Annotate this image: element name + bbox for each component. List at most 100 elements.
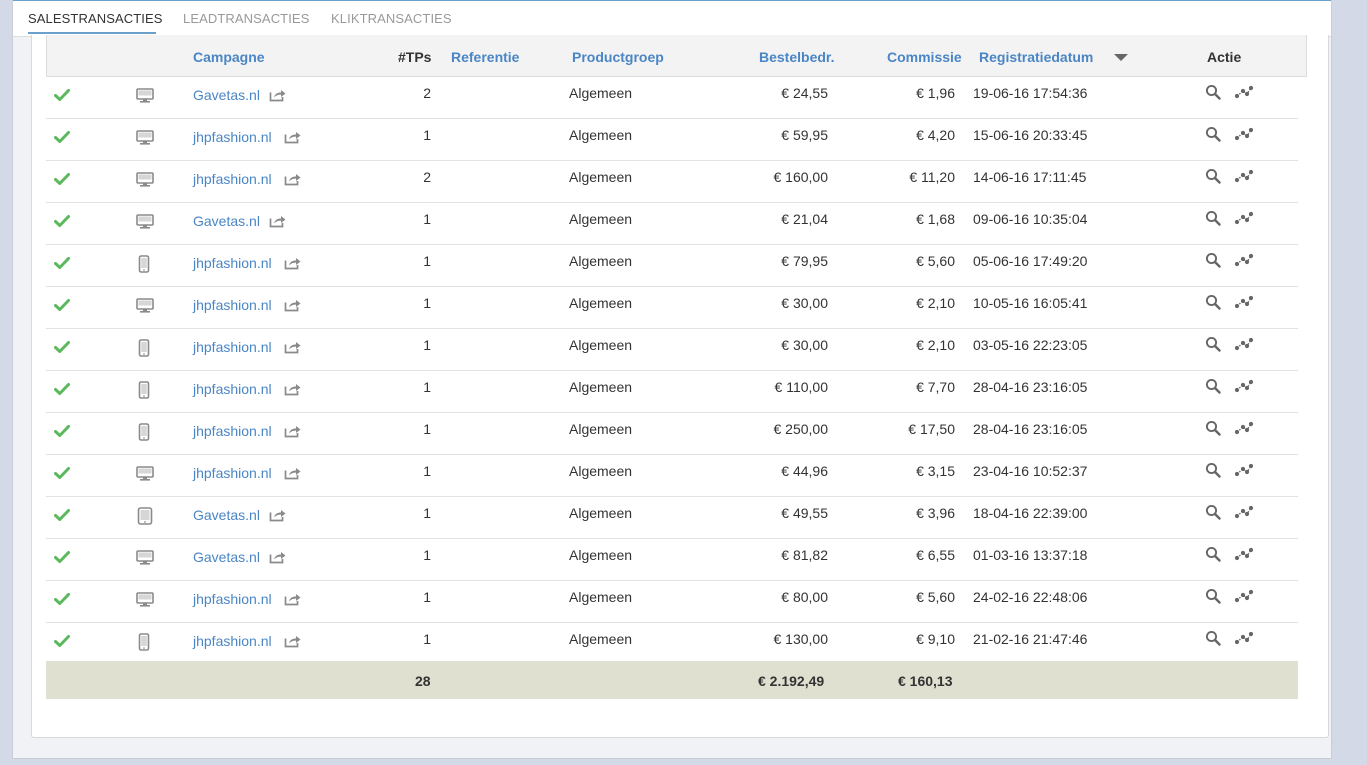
cell-tps: 1 — [423, 421, 431, 437]
external-link-icon[interactable] — [284, 634, 302, 648]
column-header-campagne[interactable]: Campagne — [193, 49, 265, 65]
campaign-link[interactable]: Gavetas.nl — [193, 549, 260, 565]
cell-tps: 1 — [423, 463, 431, 479]
external-link-icon[interactable] — [284, 172, 302, 186]
column-header-productgroep[interactable]: Productgroep — [572, 49, 664, 65]
campaign-link[interactable]: Gavetas.nl — [193, 507, 260, 523]
campaign-link[interactable]: jhpfashion.nl — [193, 381, 272, 397]
external-link-icon[interactable] — [284, 424, 302, 438]
external-link-icon[interactable] — [284, 298, 302, 312]
search-icon[interactable] — [1205, 168, 1221, 184]
external-link-icon[interactable] — [284, 382, 302, 396]
search-icon[interactable] — [1205, 462, 1221, 478]
tab-kliktransacties[interactable]: KLIKTRANSACTIES — [331, 11, 452, 26]
cell-tps: 1 — [423, 379, 431, 395]
campaign-link[interactable]: jhpfashion.nl — [193, 339, 272, 355]
column-header-bestelbedr[interactable]: Bestelbedr. — [759, 49, 834, 65]
tab-salestransacties[interactable]: SALESTRANSACTIES — [28, 11, 163, 26]
campaign-link[interactable]: jhpfashion.nl — [193, 255, 272, 271]
campaign-link[interactable]: jhpfashion.nl — [193, 171, 272, 187]
share-nodes-icon[interactable] — [1234, 84, 1254, 100]
cell-productgroep: Algemeen — [569, 379, 633, 395]
campaign-link[interactable]: jhpfashion.nl — [193, 423, 272, 439]
search-icon[interactable] — [1205, 252, 1221, 268]
cell-productgroep: Algemeen — [569, 295, 633, 311]
share-nodes-icon[interactable] — [1234, 546, 1254, 562]
search-icon[interactable] — [1205, 630, 1221, 646]
share-nodes-icon[interactable] — [1234, 126, 1254, 142]
campaign-link[interactable]: Gavetas.nl — [193, 87, 260, 103]
share-nodes-icon[interactable] — [1234, 294, 1254, 310]
search-icon[interactable] — [1205, 378, 1221, 394]
mobile-icon — [138, 381, 150, 404]
cell-commissie: € 1,96 — [916, 85, 955, 101]
table-row: jhpfashion.nl 1 Algemeen € 44,96 € 3,15 23-04… — [46, 455, 1298, 497]
share-nodes-icon[interactable] — [1234, 336, 1254, 352]
sort-desc-icon[interactable] — [1114, 54, 1128, 61]
campaign-link[interactable]: jhpfashion.nl — [193, 129, 272, 145]
cell-bestelbedr: € 30,00 — [781, 337, 828, 353]
mobile-icon — [138, 423, 150, 446]
campaign-link[interactable]: jhpfashion.nl — [193, 633, 272, 649]
search-icon[interactable] — [1205, 504, 1221, 520]
transactions-panel: Campagne #TPs Referentie Productgroep Be… — [31, 35, 1329, 738]
search-icon[interactable] — [1205, 546, 1221, 562]
total-commissie: € 160,13 — [898, 673, 953, 689]
cell-registratiedatum: 03-05-16 22:23:05 — [973, 337, 1088, 353]
column-header-registratiedatum[interactable]: Registratiedatum — [979, 49, 1093, 65]
cell-registratiedatum: 14-06-16 17:11:45 — [973, 169, 1087, 185]
external-link-icon[interactable] — [284, 130, 302, 144]
check-icon — [54, 130, 70, 144]
table-row: Gavetas.nl 1 Algemeen € 21,04 € 1,68 09-06-16… — [46, 203, 1298, 245]
cell-productgroep: Algemeen — [569, 253, 633, 269]
campaign-link[interactable]: Gavetas.nl — [193, 213, 260, 229]
cell-registratiedatum: 05-06-16 17:49:20 — [973, 253, 1088, 269]
external-link-icon[interactable] — [284, 466, 302, 480]
cell-tps: 1 — [423, 211, 431, 227]
external-link-icon[interactable] — [284, 340, 302, 354]
campaign-link[interactable]: jhpfashion.nl — [193, 591, 272, 607]
external-link-icon[interactable] — [284, 256, 302, 270]
cell-commissie: € 2,10 — [916, 295, 955, 311]
share-nodes-icon[interactable] — [1234, 420, 1254, 436]
share-nodes-icon[interactable] — [1234, 378, 1254, 394]
tablet-icon — [137, 507, 153, 530]
search-icon[interactable] — [1205, 126, 1221, 142]
share-nodes-icon[interactable] — [1234, 210, 1254, 226]
search-icon[interactable] — [1205, 420, 1221, 436]
cell-productgroep: Algemeen — [569, 85, 633, 101]
search-icon[interactable] — [1205, 294, 1221, 310]
search-icon[interactable] — [1205, 210, 1221, 226]
check-icon — [54, 550, 70, 564]
share-nodes-icon[interactable] — [1234, 588, 1254, 604]
external-link-icon[interactable] — [269, 88, 287, 102]
column-header-referentie[interactable]: Referentie — [451, 49, 519, 65]
share-nodes-icon[interactable] — [1234, 462, 1254, 478]
share-nodes-icon[interactable] — [1234, 168, 1254, 184]
check-icon — [54, 214, 70, 228]
search-icon[interactable] — [1205, 336, 1221, 352]
table-row: Gavetas.nl 2 Algemeen € 24,55 € 1,96 19-06-16… — [46, 77, 1298, 119]
cell-productgroep: Algemeen — [569, 631, 633, 647]
search-icon[interactable] — [1205, 588, 1221, 604]
tab-leadtransacties[interactable]: LEADTRANSACTIES — [183, 11, 309, 26]
external-link-icon[interactable] — [269, 550, 287, 564]
desktop-icon — [136, 298, 154, 319]
campaign-link[interactable]: jhpfashion.nl — [193, 297, 272, 313]
cell-productgroep: Algemeen — [569, 421, 633, 437]
check-icon — [54, 256, 70, 270]
campaign-link[interactable]: jhpfashion.nl — [193, 465, 272, 481]
external-link-icon[interactable] — [284, 592, 302, 606]
check-icon — [54, 340, 70, 354]
column-header-commissie[interactable]: Commissie — [887, 49, 962, 65]
external-link-icon[interactable] — [269, 214, 287, 228]
table-row: jhpfashion.nl 2 Algemeen € 160,00 € 11,20 14-… — [46, 161, 1298, 203]
share-nodes-icon[interactable] — [1234, 504, 1254, 520]
main-container: SALESTRANSACTIES LEADTRANSACTIES KLIKTRA… — [12, 0, 1332, 759]
share-nodes-icon[interactable] — [1234, 630, 1254, 646]
check-icon — [54, 424, 70, 438]
cell-bestelbedr: € 49,55 — [781, 505, 828, 521]
share-nodes-icon[interactable] — [1234, 252, 1254, 268]
external-link-icon[interactable] — [269, 508, 287, 522]
search-icon[interactable] — [1205, 84, 1221, 100]
